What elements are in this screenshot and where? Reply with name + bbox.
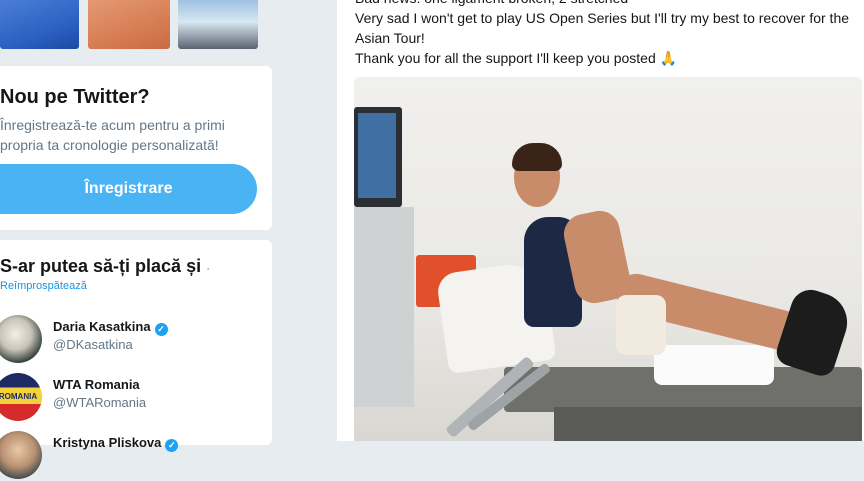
user-name[interactable]: WTA Romania bbox=[53, 377, 140, 392]
tweet-line: Bad news: one ligament broken, 2 stretch… bbox=[355, 0, 860, 8]
signup-button[interactable]: Înregistrare bbox=[0, 164, 257, 214]
user-handle: @DKasatkina bbox=[53, 337, 133, 352]
signup-description: Înregistrează-te acum pentru a primi pro… bbox=[0, 117, 225, 153]
user-name-row[interactable]: Daria Kasatkina ✓ bbox=[53, 319, 168, 336]
avatar[interactable] bbox=[0, 431, 42, 479]
user-name-row[interactable]: Kristyna Pliskova ✓ bbox=[53, 435, 179, 452]
tweet: Bad news: one ligament broken, 2 stretch… bbox=[337, 0, 864, 441]
ultrasound-monitor bbox=[354, 107, 402, 207]
who-to-follow-title-text: S-ar putea să-ți placă și bbox=[0, 256, 202, 276]
media-thumbnail[interactable] bbox=[0, 0, 79, 49]
suggested-user[interactable]: Kristyna Pliskova ✓ bbox=[0, 431, 272, 481]
signup-title: Nou pe Twitter? bbox=[0, 86, 150, 108]
monitor-screen bbox=[358, 113, 396, 198]
tweet-line-last: Thank you for all the support I'll keep … bbox=[355, 48, 860, 68]
media-thumbnails bbox=[0, 0, 272, 50]
user-name[interactable]: Daria Kasatkina bbox=[53, 319, 151, 334]
avatar[interactable]: ROMANIA bbox=[0, 373, 42, 421]
user-name[interactable]: Kristyna Pliskova bbox=[53, 435, 161, 450]
avatar-logo-text: ROMANIA bbox=[0, 392, 38, 401]
verified-badge-icon: ✓ bbox=[154, 323, 168, 336]
ankle-bandage bbox=[616, 295, 666, 355]
player-hair bbox=[512, 143, 562, 171]
media-thumbnail[interactable] bbox=[88, 0, 170, 49]
tweet-text: Bad news: one ligament broken, 2 stretch… bbox=[355, 0, 860, 68]
refresh-link[interactable]: Reîmprospătează bbox=[0, 280, 87, 292]
media-thumbnail[interactable] bbox=[178, 0, 258, 49]
tweet-photo[interactable] bbox=[354, 77, 862, 441]
suggested-user[interactable]: Daria Kasatkina ✓ @DKasatkina bbox=[0, 315, 272, 365]
title-separator: · bbox=[206, 261, 211, 275]
towel bbox=[654, 345, 774, 385]
avatar[interactable] bbox=[0, 315, 42, 363]
who-to-follow-title: S-ar putea să-ți placă și · bbox=[0, 256, 210, 277]
medical-cart bbox=[354, 207, 414, 407]
user-name-row[interactable]: WTA Romania bbox=[53, 377, 140, 392]
tweet-line-text: Thank you for all the support I'll keep … bbox=[355, 50, 656, 66]
praying-hands-icon: 🙏 bbox=[659, 50, 678, 66]
tweet-line: Very sad I won't get to play US Open Ser… bbox=[355, 10, 850, 46]
exam-table-base bbox=[554, 407, 862, 441]
suggested-user[interactable]: ROMANIA WTA Romania @WTARomania bbox=[0, 373, 272, 423]
who-to-follow-card: S-ar putea să-ți placă și · Reîmprospăte… bbox=[0, 240, 272, 479]
signup-card: Nou pe Twitter? Înregistrează-te acum pe… bbox=[0, 66, 272, 230]
user-handle: @WTARomania bbox=[53, 395, 147, 410]
